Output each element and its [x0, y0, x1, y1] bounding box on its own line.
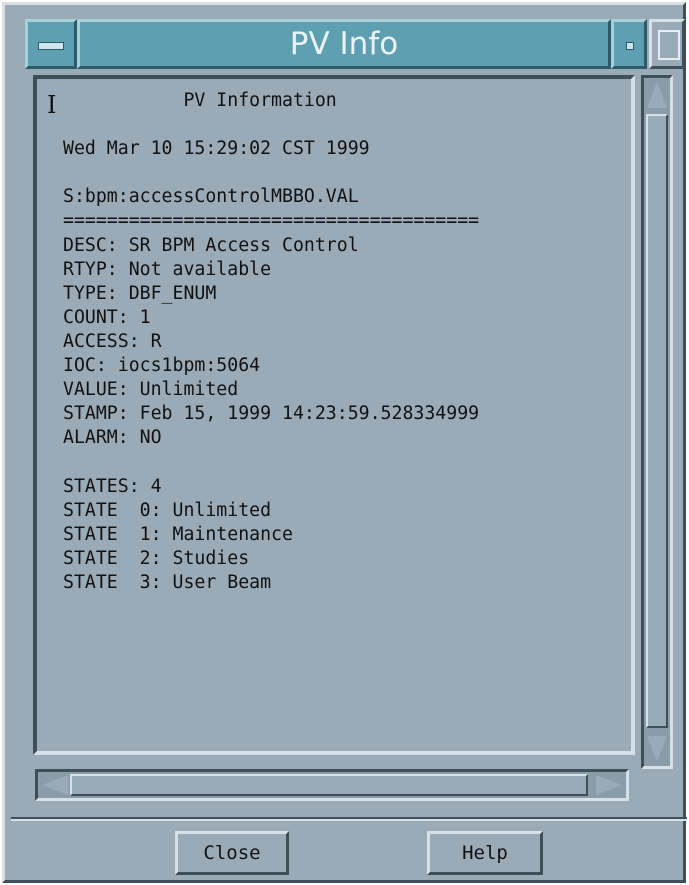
scroll-right-arrow-icon[interactable]: [596, 775, 622, 795]
minimize-button[interactable]: [611, 19, 647, 69]
scroll-up-arrow-icon[interactable]: [647, 82, 667, 108]
button-separator: [11, 817, 687, 821]
pv-info-window: PV Info I PV Information Wed Mar 10 15:2…: [2, 2, 687, 883]
window-title: PV Info: [77, 19, 611, 69]
i-beam-cursor-icon: I: [47, 91, 57, 119]
maximize-button[interactable]: [649, 19, 685, 69]
window-menu-button[interactable]: [25, 19, 77, 69]
window-menu-icon: [38, 42, 64, 50]
horizontal-scrollbar[interactable]: [35, 769, 629, 801]
scroll-down-arrow-icon[interactable]: [647, 736, 667, 762]
close-button[interactable]: Close: [175, 831, 289, 875]
pv-info-text: PV Information Wed Mar 10 15:29:02 CST 1…: [63, 90, 480, 593]
title-bar[interactable]: PV Info: [25, 19, 685, 71]
minimize-icon: [626, 42, 634, 50]
pv-info-text-area[interactable]: I PV Information Wed Mar 10 15:29:02 CST…: [33, 75, 635, 755]
help-button[interactable]: Help: [427, 831, 543, 875]
horizontal-scroll-thumb[interactable]: [70, 774, 588, 796]
scroll-left-arrow-icon[interactable]: [42, 775, 68, 795]
vertical-scrollbar[interactable]: [641, 75, 673, 769]
maximize-icon: [658, 30, 680, 60]
vertical-scroll-thumb[interactable]: [646, 114, 668, 728]
